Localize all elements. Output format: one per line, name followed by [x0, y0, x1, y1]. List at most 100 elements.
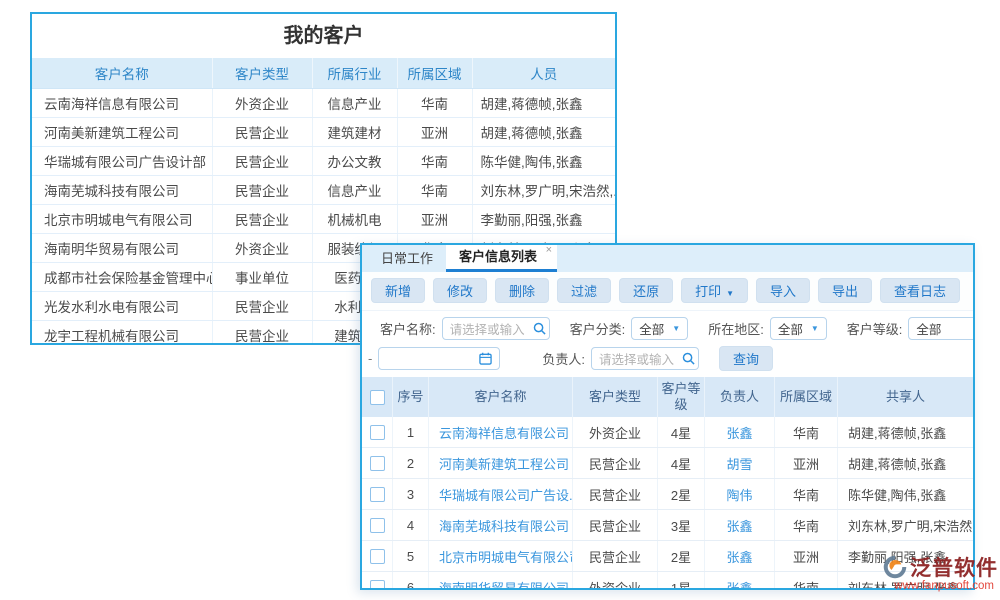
column-header: 客户名称	[428, 377, 572, 417]
table-row: 1云南海祥信息有限公司外资企业4星张鑫华南胡建,蒋德帧,张鑫	[362, 417, 973, 448]
table-row: 4海南芜城科技有限公司民营企业3星张鑫华南刘东林,罗广明,宋浩然,张鑫	[362, 510, 973, 541]
region-cell: 华南	[774, 510, 837, 540]
query-button[interactable]: 查询	[719, 346, 773, 371]
calendar-icon[interactable]	[479, 352, 492, 365]
row-checkbox-cell	[362, 572, 392, 590]
shared-cell: 胡建,蒋德帧,张鑫	[837, 448, 973, 478]
column-header: 客户类型	[212, 58, 312, 89]
toolbar-button-import[interactable]: 导入	[756, 278, 810, 303]
customer-name-link[interactable]: 云南海祥信息有限公司	[32, 89, 212, 118]
customer-name-link[interactable]: 河南美新建筑工程公司	[32, 118, 212, 147]
tab-customer-info-list-label: 客户信息列表	[459, 249, 537, 264]
category-label: 客户分类:	[570, 319, 626, 338]
column-header: 共享人	[837, 377, 973, 417]
customer-name-link[interactable]: 龙宇工程机械有限公司	[32, 321, 212, 346]
table-row: 海南芜城科技有限公司民营企业信息产业华南刘东林,罗广明,宋浩然,.	[32, 176, 615, 205]
table-cell: 民营企业	[212, 292, 312, 321]
close-icon[interactable]: ×	[546, 245, 552, 256]
toolbar: 新增修改删除过滤还原打印▼ 导入导出查看日志	[362, 272, 973, 311]
customer-level-cell: 1星	[657, 572, 704, 590]
caret-down-icon: ▼	[726, 289, 734, 298]
customer-type-cell: 民营企业	[572, 479, 657, 509]
customer-level-cell: 4星	[657, 417, 704, 447]
region-cell: 华南	[774, 479, 837, 509]
customer-level-cell: 2星	[657, 541, 704, 571]
table-cell: 华南	[397, 176, 472, 205]
level-select[interactable]: 全部 ▼	[908, 317, 975, 340]
table-cell: 亚洲	[397, 205, 472, 234]
toolbar-button-edit[interactable]: 修改	[433, 278, 487, 303]
district-select[interactable]: 全部 ▼	[770, 317, 827, 340]
table-cell: 信息产业	[312, 89, 397, 118]
customer-name-link[interactable]: 成都市社会保险基金管理中心	[32, 263, 212, 292]
table-cell: 建筑建材	[312, 118, 397, 147]
fanpu-logo-icon	[882, 554, 908, 580]
watermark-url: www.fanpusoft.com	[858, 580, 998, 592]
customer-name-link[interactable]: 北京市明城电气有限公司	[428, 541, 572, 571]
toolbar-button-filter[interactable]: 过滤	[557, 278, 611, 303]
owner-link[interactable]: 张鑫	[704, 510, 774, 540]
row-checkbox-cell	[362, 541, 392, 571]
table-cell: 办公文教	[312, 147, 397, 176]
toolbar-button-print[interactable]: 打印▼	[681, 278, 748, 303]
customer-name-link[interactable]: 光发水利水电有限公司	[32, 292, 212, 321]
owner-link[interactable]: 张鑫	[704, 572, 774, 590]
table-row: 北京市明城电气有限公司民营企业机械机电亚洲李勤丽,阳强,张鑫	[32, 205, 615, 234]
customer-name-link[interactable]: 北京市明城电气有限公司	[32, 205, 212, 234]
toolbar-button-restore[interactable]: 还原	[619, 278, 673, 303]
toolbar-button-delete[interactable]: 删除	[495, 278, 549, 303]
customer-name-link[interactable]: 华瑞城有限公司广告设...	[428, 479, 572, 509]
row-checkbox-cell	[362, 417, 392, 447]
my-customers-header: 客户名称客户类型所属行业所属区域人员	[32, 58, 615, 89]
owner-link[interactable]: 胡雪	[704, 448, 774, 478]
search-icon[interactable]	[682, 352, 695, 365]
column-header: 客户类型	[572, 377, 657, 417]
filter-row-1: 客户名称: 请选择或输入 客户分类: 全部 ▼ 所在地区: 全部 ▼ 客户等级:…	[366, 313, 969, 343]
toolbar-button-export[interactable]: 导出	[818, 278, 872, 303]
row-checkbox[interactable]	[370, 580, 385, 591]
search-icon[interactable]	[533, 322, 546, 335]
customer-name-link[interactable]: 云南海祥信息有限公司	[428, 417, 572, 447]
table-cell: 民营企业	[212, 176, 312, 205]
date-input[interactable]	[378, 347, 500, 370]
district-label: 所在地区:	[708, 319, 764, 338]
customer-level-cell: 3星	[657, 510, 704, 540]
tab-daily-work[interactable]: 日常工作	[368, 246, 446, 272]
row-checkbox-cell	[362, 510, 392, 540]
customer-name-link[interactable]: 河南美新建筑工程公司	[428, 448, 572, 478]
category-select[interactable]: 全部 ▼	[631, 317, 688, 340]
table-cell: 机械机电	[312, 205, 397, 234]
owner-link[interactable]: 张鑫	[704, 417, 774, 447]
row-checkbox[interactable]	[370, 518, 385, 533]
toolbar-button-view-log[interactable]: 查看日志	[880, 278, 960, 303]
region-cell: 亚洲	[774, 541, 837, 571]
customer-name-label: 客户名称:	[380, 319, 436, 338]
select-all-checkbox[interactable]	[370, 390, 385, 405]
customer-name-link[interactable]: 海南明华贸易有限公司	[428, 572, 572, 590]
customer-name-link[interactable]: 海南芜城科技有限公司	[32, 176, 212, 205]
row-checkbox[interactable]	[370, 549, 385, 564]
tab-customer-info-list[interactable]: 客户信息列表 ×	[446, 245, 557, 272]
row-checkbox[interactable]	[370, 487, 385, 502]
customer-name-link[interactable]: 海南芜城科技有限公司	[428, 510, 572, 540]
shared-cell: 胡建,蒋德帧,张鑫	[837, 417, 973, 447]
customer-name-link[interactable]: 华瑞城有限公司广告设计部	[32, 147, 212, 176]
row-number: 5	[392, 541, 428, 571]
toolbar-button-add[interactable]: 新增	[371, 278, 425, 303]
page-title: 我的客户	[32, 14, 615, 58]
region-cell: 华南	[774, 417, 837, 447]
row-checkbox[interactable]	[370, 425, 385, 440]
row-number: 2	[392, 448, 428, 478]
table-row: 云南海祥信息有限公司外资企业信息产业华南胡建,蒋德帧,张鑫	[32, 89, 615, 118]
owner-link[interactable]: 张鑫	[704, 541, 774, 571]
customer-type-cell: 民营企业	[572, 448, 657, 478]
table-cell: 民营企业	[212, 118, 312, 147]
customer-name-link[interactable]: 海南明华贸易有限公司	[32, 234, 212, 263]
owner-link[interactable]: 陶伟	[704, 479, 774, 509]
owner-input[interactable]: 请选择或输入	[591, 347, 699, 370]
row-checkbox[interactable]	[370, 456, 385, 471]
table-row: 2河南美新建筑工程公司民营企业4星胡雪亚洲胡建,蒋德帧,张鑫	[362, 448, 973, 479]
fanpu-watermark: 泛普软件 www.fanpusoft.com	[858, 552, 998, 592]
customer-name-input[interactable]: 请选择或输入	[442, 317, 550, 340]
table-cell: 外资企业	[212, 234, 312, 263]
